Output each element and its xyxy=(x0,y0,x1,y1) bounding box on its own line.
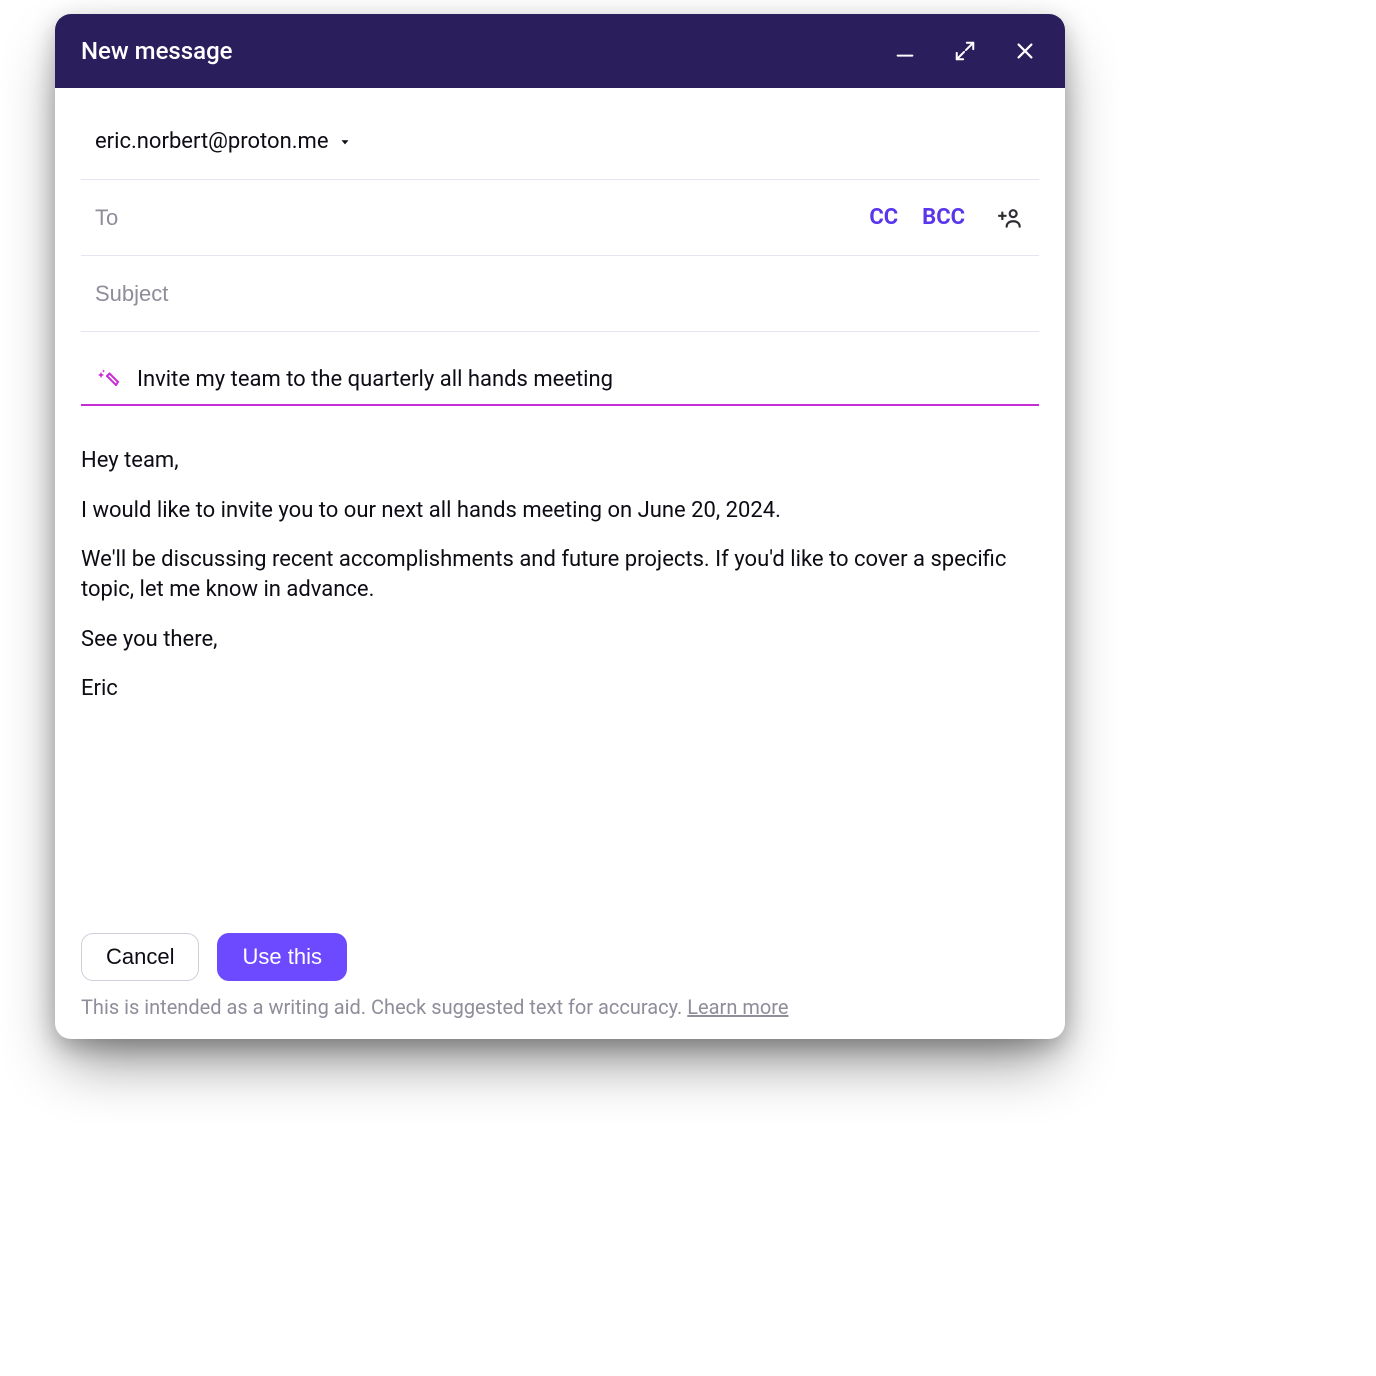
disclaimer: This is intended as a writing aid. Check… xyxy=(81,995,1039,1019)
window-actions xyxy=(891,37,1039,65)
window-title: New message xyxy=(81,37,891,65)
cc-bcc-group: CC BCC xyxy=(869,205,965,230)
subject-row xyxy=(81,256,1039,332)
learn-more-link[interactable]: Learn more xyxy=(687,995,788,1019)
from-address: eric.norbert@proton.me xyxy=(95,129,328,154)
cc-button[interactable]: CC xyxy=(869,205,898,230)
from-row[interactable]: eric.norbert@proton.me xyxy=(81,104,1039,180)
to-input[interactable] xyxy=(95,205,855,231)
bcc-button[interactable]: BCC xyxy=(922,205,965,230)
expand-button[interactable] xyxy=(951,37,979,65)
button-row: Cancel Use this xyxy=(81,933,1039,981)
footer: Cancel Use this This is intended as a wr… xyxy=(81,933,1039,1019)
ai-prompt-row[interactable]: Invite my team to the quarterly all hand… xyxy=(81,366,1039,406)
compose-body: eric.norbert@proton.me CC BCC xyxy=(55,88,1065,1039)
titlebar: New message xyxy=(55,14,1065,88)
body-line: Hey team, xyxy=(81,446,1025,476)
body-line: See you there, xyxy=(81,625,1025,655)
close-button[interactable] xyxy=(1011,37,1039,65)
from-dropdown-icon xyxy=(338,135,352,149)
ai-prompt-text: Invite my team to the quarterly all hand… xyxy=(137,367,613,392)
minimize-button[interactable] xyxy=(891,37,919,65)
disclaimer-text: This is intended as a writing aid. Check… xyxy=(81,995,687,1019)
compose-window: New message xyxy=(55,14,1065,1039)
subject-input[interactable] xyxy=(95,281,1025,307)
generated-body: Hey team, I would like to invite you to … xyxy=(81,406,1039,933)
body-line: Eric xyxy=(81,674,1025,704)
add-contact-button[interactable] xyxy=(997,204,1025,232)
magic-wand-icon xyxy=(95,366,121,392)
body-line: We'll be discussing recent accomplishmen… xyxy=(81,545,1025,604)
cancel-button[interactable]: Cancel xyxy=(81,933,199,981)
use-this-button[interactable]: Use this xyxy=(217,933,346,981)
to-row: CC BCC xyxy=(81,180,1039,256)
body-line: I would like to invite you to our next a… xyxy=(81,496,1025,526)
